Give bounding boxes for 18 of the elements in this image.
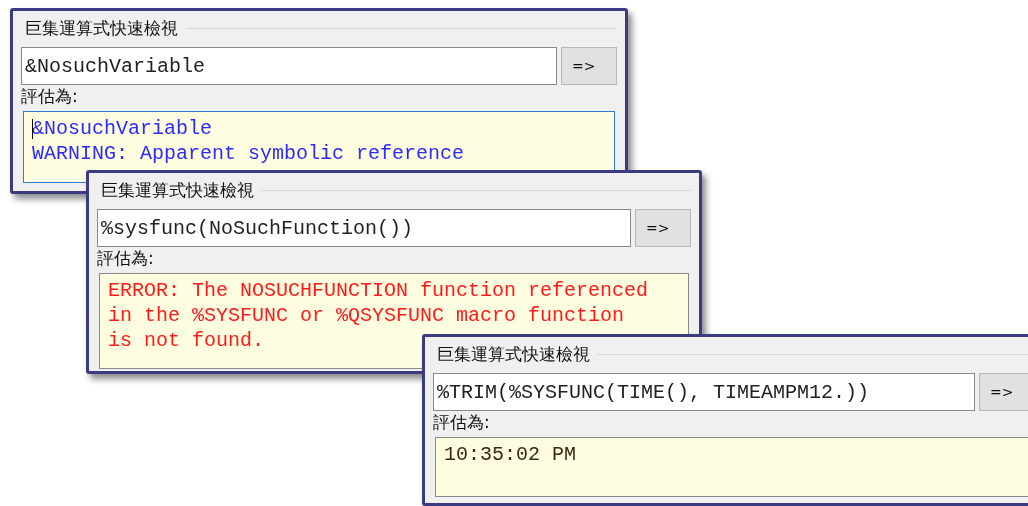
group-title: 巨集運算式快速檢視 (24, 17, 179, 39)
evaluate-button[interactable]: => (561, 47, 617, 85)
group-title: 巨集運算式快速檢視 (100, 179, 255, 201)
result-line: &NosuchVariable (32, 116, 213, 141)
result-label: 評估為: (97, 247, 154, 269)
input-field[interactable]: %sysfunc(NoSuchFunction()) (97, 209, 631, 247)
result-line: ERROR: The NOSUCHFUNCTION function referenced (108, 278, 649, 303)
result-label: 評估為: (21, 85, 78, 107)
result-line: in the %SYSFUNC or %QSYSFUNC macro function (108, 303, 625, 328)
input-field[interactable]: %TRIM(%SYSFUNC(TIME(), TIMEAMPM12.)) (433, 373, 975, 411)
evaluate-button[interactable]: => (635, 209, 691, 247)
group-title: 巨集運算式快速檢視 (436, 343, 591, 365)
result-label: 評估為: (433, 411, 490, 433)
result-line: is not found. (108, 328, 265, 353)
result-line: 10:35:02 PM (444, 442, 577, 467)
input-field[interactable]: &NosuchVariable (21, 47, 557, 85)
result-line: WARNING: Apparent symbolic reference (32, 141, 465, 166)
evaluate-button[interactable]: => (979, 373, 1028, 411)
